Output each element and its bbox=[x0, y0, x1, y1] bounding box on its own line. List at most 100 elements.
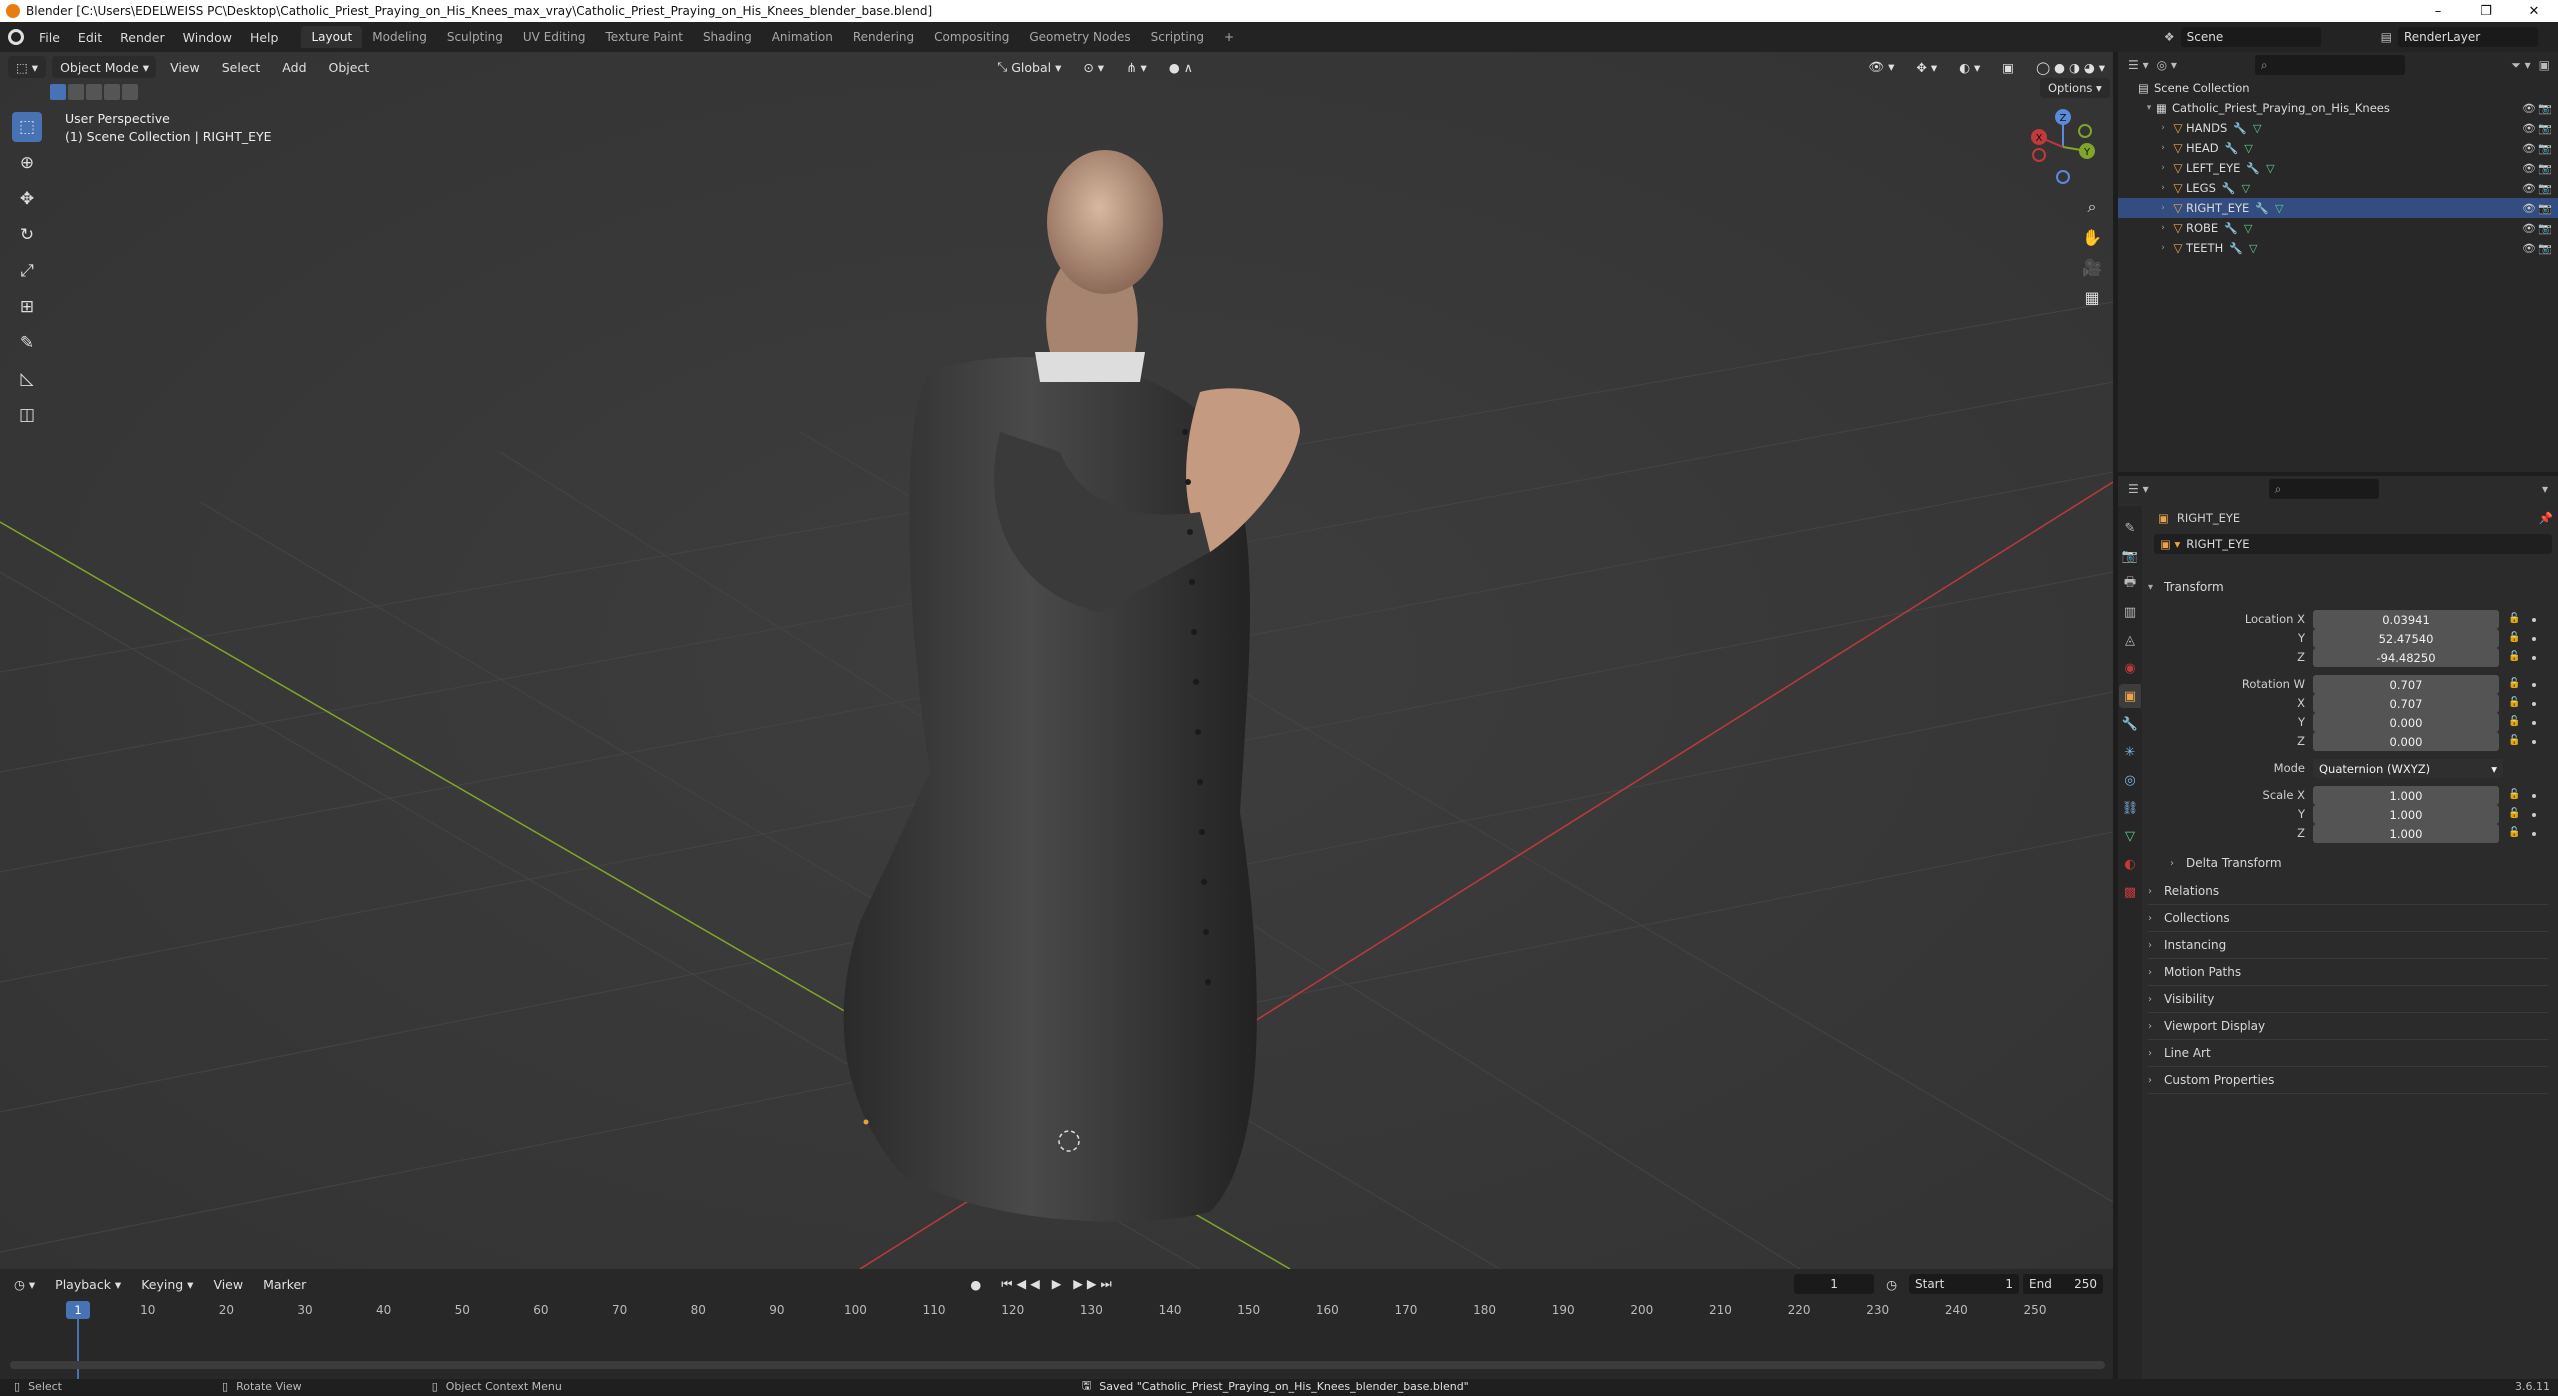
shading-modes-icon[interactable]: ◯ ● ◑ ◕ ▾ bbox=[2028, 56, 2113, 78]
render-icon[interactable]: 📷 bbox=[2538, 122, 2552, 135]
properties-panel-header[interactable]: › Instancing bbox=[2148, 934, 2548, 956]
visibility-icon[interactable]: 👁 ▾ bbox=[1860, 56, 1902, 78]
scale-z-field[interactable]: 1.000 bbox=[2313, 824, 2499, 843]
tab-modeling[interactable]: Modeling bbox=[362, 26, 437, 48]
mesh-data-icon[interactable]: ▽ bbox=[2275, 202, 2283, 215]
keyframe-dot-icon[interactable] bbox=[2532, 656, 2536, 660]
outliner-object-row[interactable]: › ▽ HANDS 🔧 ▽ 👁 📷 bbox=[2118, 118, 2558, 138]
properties-panel-header[interactable]: › Visibility bbox=[2148, 988, 2548, 1010]
lock-icon[interactable]: 🔓 bbox=[2508, 651, 2520, 662]
lock-icon[interactable]: 🔓 bbox=[2508, 808, 2520, 819]
render-icon[interactable]: 📷 bbox=[2538, 102, 2552, 115]
start-frame-field[interactable]: Start 1 bbox=[1909, 1274, 2019, 1294]
maximize-button[interactable]: ❐ bbox=[2462, 4, 2510, 19]
location-x-field[interactable]: 0.03941 bbox=[2313, 610, 2499, 629]
lock-icon[interactable]: 🔓 bbox=[2508, 632, 2520, 643]
expand-triangle-icon[interactable]: › bbox=[2156, 163, 2170, 173]
close-button[interactable]: ✕ bbox=[2510, 4, 2558, 19]
properties-editor-type-icon[interactable]: ☰ ▾ bbox=[2128, 482, 2149, 496]
modifier-wrench-icon[interactable]: 🔧 bbox=[2233, 122, 2247, 135]
eye-icon[interactable]: 👁 bbox=[2522, 222, 2536, 235]
tool-tab-icon[interactable]: ✎ bbox=[2119, 516, 2141, 540]
output-tab-icon[interactable]: 🖶 bbox=[2119, 572, 2141, 596]
select-invert-icon[interactable] bbox=[104, 84, 120, 100]
modifier-tab-icon[interactable]: 🔧 bbox=[2119, 712, 2141, 736]
world-tab-icon[interactable]: ◉ bbox=[2119, 656, 2141, 680]
cursor-tool-icon[interactable]: ⊕ bbox=[12, 148, 42, 178]
mesh-data-icon[interactable]: ▽ bbox=[2242, 182, 2250, 195]
menu-select[interactable]: Select bbox=[214, 56, 269, 78]
outliner-search-input[interactable]: ⌕ bbox=[2254, 55, 2405, 75]
keyframe-dot-icon[interactable] bbox=[2532, 813, 2536, 817]
mesh-data-icon[interactable]: ▽ bbox=[2249, 242, 2257, 255]
mesh-data-icon[interactable]: ▽ bbox=[2244, 142, 2252, 155]
object-name-row[interactable]: ▣ RIGHT_EYE 📌 bbox=[2158, 508, 2553, 528]
add-workspace-button[interactable]: + bbox=[1214, 26, 1244, 48]
scale-x-field[interactable]: 1.000 bbox=[2313, 786, 2499, 805]
outliner-object-row[interactable]: › ▽ LEGS 🔧 ▽ 👁 📷 bbox=[2118, 178, 2558, 198]
constraints-tab-icon[interactable]: ⛓ bbox=[2119, 796, 2141, 820]
modifier-wrench-icon[interactable]: 🔧 bbox=[2222, 182, 2236, 195]
timeline-editor[interactable]: ◷ ▾ Playback ▾ Keying ▾ View Marker ● ⏮◀… bbox=[0, 1269, 2113, 1379]
expand-triangle-icon[interactable]: › bbox=[2156, 203, 2170, 213]
eye-icon[interactable]: 👁 bbox=[2522, 182, 2536, 195]
outliner-collection-row[interactable]: ▾ ▦ Catholic_Priest_Praying_on_His_Knees 👁 📷 bbox=[2118, 98, 2558, 118]
tab-animation[interactable]: Animation bbox=[762, 26, 843, 48]
mesh-data-icon[interactable]: ▽ bbox=[2253, 122, 2261, 135]
mesh-data-icon[interactable]: ▽ bbox=[2244, 222, 2252, 235]
pan-hand-icon[interactable]: ✋ bbox=[2077, 222, 2107, 252]
render-icon[interactable]: 📷 bbox=[2538, 182, 2552, 195]
zoom-icon[interactable]: ⌕ bbox=[2077, 192, 2107, 222]
delta-transform-header[interactable]: › Delta Transform bbox=[2170, 852, 2558, 874]
xray-toggle-icon[interactable]: ▣ bbox=[1994, 56, 2022, 78]
move-tool-icon[interactable]: ✥ bbox=[12, 184, 42, 214]
rotation-y-field[interactable]: 0.000 bbox=[2313, 713, 2499, 732]
scale-y-field[interactable]: 1.000 bbox=[2313, 805, 2499, 824]
playback-controls-icon[interactable]: ⏮◀◀ ▶ ▶▶⏭ bbox=[993, 1273, 1124, 1295]
options-dropdown[interactable]: Options ▾ bbox=[2040, 78, 2110, 98]
lock-icon[interactable]: 🔓 bbox=[2508, 789, 2520, 800]
texture-tab-icon[interactable]: ▩ bbox=[2119, 880, 2141, 904]
scene-tab-icon[interactable]: ◬ bbox=[2119, 628, 2141, 652]
render-icon[interactable]: 📷 bbox=[2538, 222, 2552, 235]
keyframe-dot-icon[interactable] bbox=[2532, 683, 2536, 687]
object-tab-icon[interactable]: ▣ bbox=[2119, 684, 2141, 708]
mesh-data-icon[interactable]: ▽ bbox=[2266, 162, 2274, 175]
mode-selector[interactable]: Object Mode ▾ bbox=[52, 56, 157, 78]
eye-icon[interactable]: 👁 bbox=[2522, 242, 2536, 255]
3d-viewport[interactable]: ⬚ ▾ Object Mode ▾ View Select Add Object… bbox=[0, 52, 2113, 1269]
gizmo-toggle-icon[interactable]: ✥ ▾ bbox=[1908, 56, 1945, 78]
tab-layout[interactable]: Layout bbox=[301, 26, 363, 48]
lock-icon[interactable]: 🔓 bbox=[2508, 678, 2520, 689]
collapse-triangle-icon[interactable]: ▾ bbox=[2142, 103, 2156, 113]
menu-playback[interactable]: Playback ▾ bbox=[47, 1273, 129, 1295]
menu-render[interactable]: Render bbox=[111, 30, 174, 45]
object-name-field[interactable]: ▣ ▾ RIGHT_EYE bbox=[2154, 534, 2552, 554]
expand-triangle-icon[interactable]: › bbox=[2156, 223, 2170, 233]
preview-range-icon[interactable]: ◷ bbox=[1878, 1273, 1905, 1295]
rotation-x-field[interactable]: 0.707 bbox=[2313, 694, 2499, 713]
proportional-edit-icon[interactable]: ● ∧ bbox=[1161, 56, 1201, 78]
menu-view[interactable]: View bbox=[162, 56, 208, 78]
menu-marker[interactable]: Marker bbox=[255, 1273, 314, 1295]
modifier-wrench-icon[interactable]: 🔧 bbox=[2246, 162, 2260, 175]
lock-icon[interactable]: 🔓 bbox=[2508, 735, 2520, 746]
eye-icon[interactable]: 👁 bbox=[2522, 102, 2536, 115]
view-layer-selector[interactable]: RenderLayer bbox=[2398, 27, 2538, 47]
tab-uv-editing[interactable]: UV Editing bbox=[513, 26, 596, 48]
properties-options-icon[interactable]: ▾ bbox=[2542, 482, 2548, 496]
minimize-button[interactable]: – bbox=[2414, 4, 2462, 19]
tab-rendering[interactable]: Rendering bbox=[843, 26, 924, 48]
display-mode-icon[interactable]: ◎ ▾ bbox=[2157, 58, 2177, 72]
lock-icon[interactable]: 🔓 bbox=[2508, 716, 2520, 727]
timeline-editor-type-icon[interactable]: ◷ ▾ bbox=[6, 1273, 43, 1295]
lock-icon[interactable]: 🔓 bbox=[2508, 613, 2520, 624]
render-icon[interactable]: 📷 bbox=[2538, 142, 2552, 155]
annotate-tool-icon[interactable]: ✎ bbox=[12, 328, 42, 358]
keyframe-dot-icon[interactable] bbox=[2532, 740, 2536, 744]
properties-panel-header[interactable]: › Custom Properties bbox=[2148, 1069, 2548, 1091]
new-collection-icon[interactable]: ▣ bbox=[2539, 58, 2550, 72]
keyframe-dot-icon[interactable] bbox=[2532, 721, 2536, 725]
material-tab-icon[interactable]: ◐ bbox=[2119, 852, 2141, 876]
select-new-icon[interactable] bbox=[50, 84, 66, 100]
